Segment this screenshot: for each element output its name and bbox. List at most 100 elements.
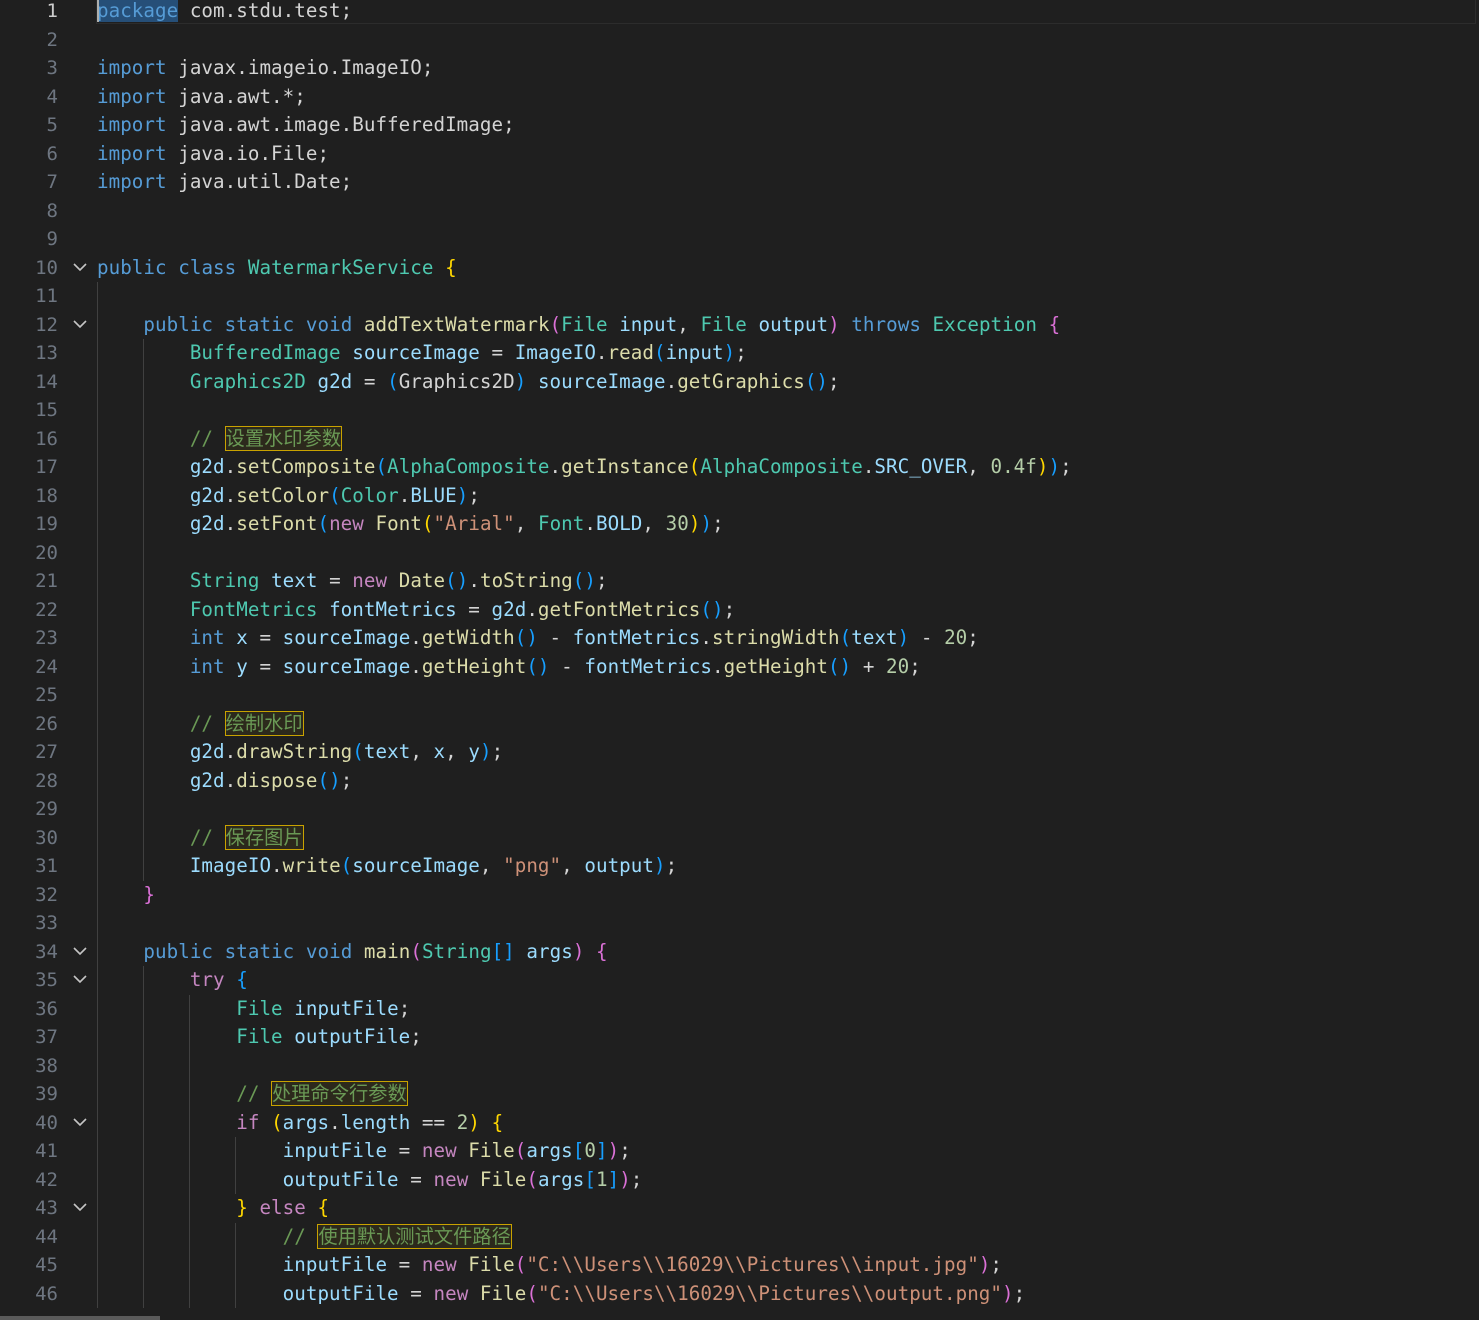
code-line-32[interactable]: 32 } (0, 881, 1479, 910)
code-line-20[interactable]: 20 (0, 539, 1479, 568)
code-token: output (758, 312, 829, 336)
code-line-23[interactable]: 23 int x = sourceImage.getWidth() - font… (0, 624, 1479, 653)
line-number: 32 (35, 883, 58, 906)
code-token: g2d (189, 740, 225, 763)
code-line-19[interactable]: 19 g2d.setFont(new Font("Arial", Font.BO… (0, 510, 1479, 539)
code-text: g2d.setComposite(AlphaComposite.getInsta… (97, 453, 1072, 482)
code-token: AlphaComposite (387, 455, 550, 478)
code-token: ; (735, 341, 747, 364)
code-line-43[interactable]: 43 } else { (0, 1194, 1479, 1223)
code-line-7[interactable]: 7 import java.util.Date; (0, 168, 1479, 197)
code-line-21[interactable]: 21 String text = new Date().toString(); (0, 567, 1479, 596)
code-line-44[interactable]: 44 // 使用默认测试文件路径 (0, 1223, 1479, 1252)
code-line-29[interactable]: 29 (0, 795, 1479, 824)
chevron-down-icon[interactable] (70, 966, 92, 995)
code-line-15[interactable]: 15 (0, 396, 1479, 425)
code-line-42[interactable]: 42 outputFile = new File(args[1]); (0, 1166, 1479, 1195)
code-token: ; (596, 569, 608, 592)
code-token: . (224, 483, 237, 507)
code-line-16[interactable]: 16 // 设置水印参数 (0, 425, 1479, 454)
code-line-41[interactable]: 41 inputFile = new File(args[0]); (0, 1137, 1479, 1166)
code-line-25[interactable]: 25 (0, 681, 1479, 710)
code-line-31[interactable]: 31 ImageIO.write(sourceImage, "png", out… (0, 852, 1479, 881)
code-line-46[interactable]: 46 outputFile = new File("C:\\Users\\160… (0, 1280, 1479, 1309)
code-line-5[interactable]: 5 import java.awt.image.BufferedImage; (0, 111, 1479, 140)
code-token: . (329, 1110, 341, 1134)
line-number: 44 (35, 1225, 58, 1248)
line-number: 36 (35, 997, 58, 1020)
line-number: 25 (35, 684, 58, 706)
code-token: ; (828, 369, 840, 393)
code-token: String (421, 939, 492, 963)
horizontal-scrollbar[interactable] (0, 1316, 160, 1320)
chevron-down-icon[interactable] (70, 938, 92, 967)
code-line-4[interactable]: 4 import java.awt.*; (0, 83, 1479, 112)
code-editor[interactable]: 1 package com.stdu.test; 2 3 import javax.im… (0, 0, 1479, 1316)
code-token: args (537, 1167, 585, 1191)
code-line-30[interactable]: 30 // 保存图片 (0, 824, 1479, 853)
code-line-34[interactable]: 34 public static void main(String[] args… (0, 938, 1479, 967)
code-line-9[interactable]: 9 (0, 225, 1479, 254)
code-line-10[interactable]: 10 public class WatermarkService { (0, 254, 1479, 283)
code-text: // 使用默认测试文件路径 (97, 1223, 512, 1252)
code-line-3[interactable]: 3 import javax.imageio.ImageIO; (0, 54, 1479, 83)
code-line-28[interactable]: 28 g2d.dispose(); (0, 767, 1479, 796)
code-line-8[interactable]: 8 (0, 197, 1479, 226)
code-text: import java.awt.*; (97, 83, 306, 112)
code-line-35[interactable]: 35 try { (0, 966, 1479, 995)
code-text: import java.util.Date; (97, 168, 352, 197)
code-token: . (665, 369, 678, 393)
code-line-18[interactable]: 18 g2d.setColor(Color.BLUE); (0, 482, 1479, 511)
line-number: 26 (35, 712, 58, 735)
code-line-11[interactable]: 11 (0, 282, 1479, 311)
code-line-22[interactable]: 22 FontMetrics fontMetrics = g2d.getFont… (0, 596, 1479, 625)
chevron-down-icon[interactable] (70, 311, 92, 340)
code-line-27[interactable]: 27 g2d.drawString(text, x, y); (0, 738, 1479, 767)
code-line-14[interactable]: 14 Graphics2D g2d = (Graphics2D) sourceI… (0, 368, 1479, 397)
code-token: () (317, 768, 341, 792)
chevron-down-icon[interactable] (70, 1194, 92, 1223)
code-line-36[interactable]: 36 File inputFile; (0, 995, 1479, 1024)
code-line-45[interactable]: 45 inputFile = new File("C:\\Users\\1602… (0, 1251, 1479, 1280)
code-token: ) (456, 483, 469, 507)
code-token: ; (468, 483, 480, 507)
code-line-2[interactable]: 2 (0, 26, 1479, 55)
code-token: File (700, 312, 747, 336)
code-line-13[interactable]: 13 BufferedImage sourceImage = ImageIO.r… (0, 339, 1479, 368)
code-token: ) (688, 512, 701, 535)
code-token: Font (375, 512, 422, 535)
code-token: . (410, 654, 422, 678)
code-token: main (363, 939, 411, 963)
code-text: String text = new Date().toString(); (97, 567, 608, 596)
code-line-17[interactable]: 17 g2d.setComposite(AlphaComposite.getIn… (0, 453, 1479, 482)
code-line-1[interactable]: 1 package com.stdu.test; (0, 0, 1479, 26)
code-token: ) (514, 369, 527, 393)
line-number: 6 (46, 142, 58, 165)
chevron-down-icon[interactable] (70, 254, 92, 283)
code-text: // 设置水印参数 (97, 425, 343, 454)
code-line-37[interactable]: 37 File outputFile; (0, 1023, 1479, 1052)
code-token: ) (468, 1110, 480, 1134)
chevron-down-icon[interactable] (70, 1109, 92, 1138)
code-line-6[interactable]: 6 import java.io.File; (0, 140, 1479, 169)
code-line-40[interactable]: 40 if (args.length == 2) { (0, 1109, 1479, 1138)
code-line-26[interactable]: 26 // 绘制水印 (0, 710, 1479, 739)
code-token: WatermarkService (247, 255, 434, 279)
code-line-24[interactable]: 24 int y = sourceImage.getHeight() - fon… (0, 653, 1479, 682)
code-line-12[interactable]: 12 public static void addTextWatermark(F… (0, 311, 1479, 340)
code-text: g2d.dispose(); (97, 767, 352, 796)
code-line-39[interactable]: 39 // 处理命令行参数 (0, 1080, 1479, 1109)
code-line-33[interactable]: 33 (0, 909, 1479, 938)
code-token: outputFile (294, 1025, 411, 1048)
code-token: new (329, 512, 364, 535)
code-line-38[interactable]: 38 (0, 1052, 1479, 1081)
